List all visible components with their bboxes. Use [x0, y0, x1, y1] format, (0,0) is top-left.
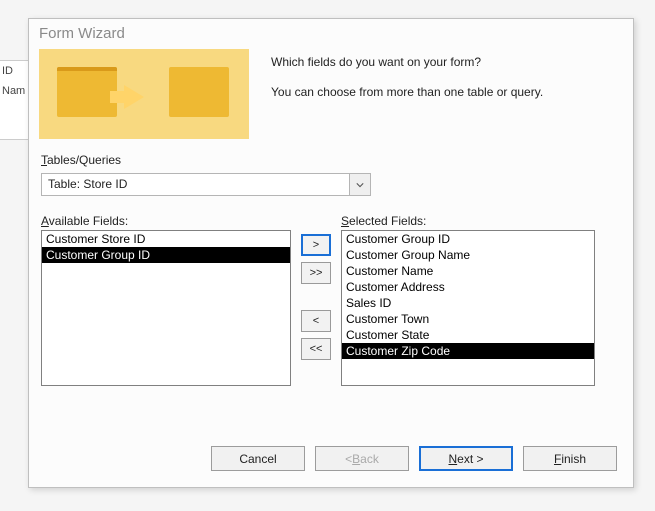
- tables-queries-combo[interactable]: Table: Store ID: [41, 173, 371, 196]
- list-item[interactable]: Customer Group ID: [42, 247, 290, 263]
- wizard-intro: Which fields do you want on your form? Y…: [271, 49, 543, 139]
- remove-all-fields-button[interactable]: <<: [301, 338, 331, 360]
- list-item[interactable]: Customer Group Name: [342, 247, 594, 263]
- tables-queries-value[interactable]: Table: Store ID: [41, 173, 349, 196]
- bg-text-name: Nam: [0, 81, 29, 101]
- list-item[interactable]: Customer Group ID: [342, 231, 594, 247]
- remove-field-button[interactable]: <: [301, 310, 331, 332]
- available-fields-label: Available Fields:: [41, 214, 291, 228]
- dialog-title: Form Wizard: [29, 19, 633, 49]
- next-button[interactable]: Next >: [419, 446, 513, 471]
- finish-button[interactable]: Finish: [523, 446, 617, 471]
- cancel-button[interactable]: Cancel: [211, 446, 305, 471]
- available-fields-listbox[interactable]: Customer Store IDCustomer Group ID: [41, 230, 291, 386]
- list-item[interactable]: Customer Name: [342, 263, 594, 279]
- add-all-fields-button[interactable]: >>: [301, 262, 331, 284]
- wizard-button-row: Cancel < Back Next > Finish: [29, 428, 633, 487]
- back-button[interactable]: < Back: [315, 446, 409, 471]
- list-item[interactable]: Customer Address: [342, 279, 594, 295]
- list-item[interactable]: Customer State: [342, 327, 594, 343]
- list-item[interactable]: Customer Town: [342, 311, 594, 327]
- intro-line-1: Which fields do you want on your form?: [271, 55, 543, 69]
- list-item[interactable]: Sales ID: [342, 295, 594, 311]
- list-item[interactable]: Customer Store ID: [42, 231, 290, 247]
- selected-fields-listbox[interactable]: Customer Group IDCustomer Group NameCust…: [341, 230, 595, 386]
- selected-fields-label: Selected Fields:: [341, 214, 595, 228]
- background-panel: ID Nam: [0, 60, 30, 140]
- list-item[interactable]: Customer Zip Code: [342, 343, 594, 359]
- bg-text-id: ID: [0, 61, 29, 81]
- form-wizard-dialog: Form Wizard Which fields do you want on …: [28, 18, 634, 488]
- intro-line-2: You can choose from more than one table …: [271, 85, 543, 99]
- add-field-button[interactable]: >: [301, 234, 331, 256]
- wizard-illustration: [39, 49, 249, 139]
- tables-queries-label: Tables/Queries: [41, 153, 621, 167]
- chevron-down-icon: [356, 181, 364, 189]
- tables-queries-dropdown-button[interactable]: [349, 173, 371, 196]
